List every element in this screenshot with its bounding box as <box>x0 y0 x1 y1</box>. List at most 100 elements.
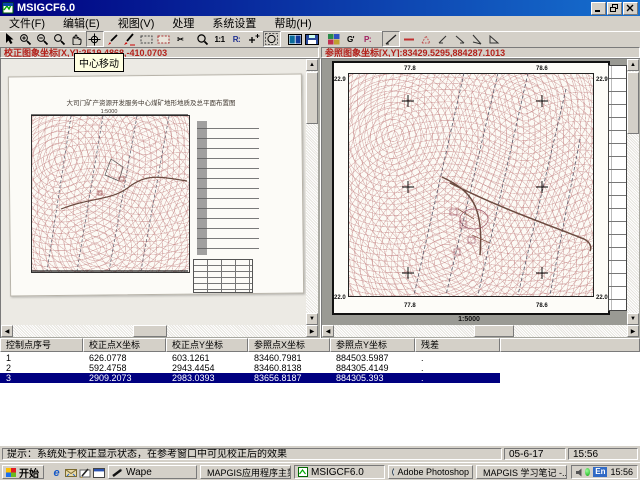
left-vscroll-thumb[interactable] <box>306 72 318 124</box>
restore-button[interactable] <box>607 2 622 15</box>
col-header-corr-y[interactable]: 校正点Y坐标 <box>166 338 248 352</box>
pen-document-icon[interactable] <box>78 466 91 479</box>
menu-help[interactable]: 帮助(H) <box>265 17 320 31</box>
zoom-window-icon[interactable] <box>52 32 68 46</box>
start-button[interactable]: 开始 <box>2 465 44 479</box>
cell-point-id: 3 <box>0 373 83 383</box>
menu-edit[interactable]: 编辑(E) <box>54 17 109 31</box>
close-button[interactable] <box>623 2 638 15</box>
taskbar-button-mapgis-menu[interactable]: MAPGIS应用程序主菜单 <box>200 465 291 479</box>
zoom-in-icon[interactable] <box>18 32 34 46</box>
taskbar-button-notes[interactable]: MAPGIS 学习笔记 -... <box>476 465 567 479</box>
photoshop-icon <box>392 467 394 477</box>
reference-map-panel[interactable]: 77.8 78.6 77.8 78.6 22.9 22.9 22.0 22.0 … <box>321 58 640 340</box>
pan-hand-icon[interactable] <box>69 32 85 46</box>
split-view-icon[interactable] <box>287 32 303 46</box>
diag-line-1-icon[interactable] <box>452 32 468 46</box>
left-map-scale: 1:5000 <box>101 109 118 115</box>
center-move-icon[interactable] <box>86 31 104 47</box>
status-bar: 提示：系统处于校正显示状态，在参考窗口中可见校正后的效果 05-6-17 15:… <box>0 446 640 462</box>
corner-line-icon[interactable] <box>435 32 451 46</box>
volume-icon[interactable] <box>576 468 582 477</box>
scroll-left-icon[interactable]: ◀ <box>322 325 334 337</box>
rect-select-filled-icon[interactable] <box>156 32 172 46</box>
menu-file[interactable]: 文件(F) <box>0 17 54 31</box>
cell-corr-y: 2943.4454 <box>166 363 248 373</box>
taskbar-button-label: Wape <box>126 467 152 478</box>
taskbar-button-msigcf[interactable]: MSIGCF6.0 <box>294 465 385 479</box>
table-row[interactable]: 2 592.4758 2943.4454 83460.8138 884305.4… <box>0 363 640 373</box>
edit-pen-alt-icon[interactable] <box>122 32 138 46</box>
rgb-icon[interactable]: R: <box>229 32 245 46</box>
left-horizontal-scrollbar[interactable]: ◀ ▶ <box>1 325 318 337</box>
col-header-point-id[interactable]: 控制点序号 <box>0 338 83 352</box>
left-vertical-scrollbar[interactable]: ▲ ▼ <box>306 59 318 325</box>
taskbar-button-wape[interactable]: Wape <box>108 465 197 479</box>
scroll-left-icon[interactable]: ◀ <box>1 325 13 337</box>
save-view-icon[interactable] <box>304 32 320 46</box>
menu-settings[interactable]: 系统设置 <box>203 17 265 31</box>
cell-ref-y: 884305.4149 <box>330 363 415 373</box>
input-language-indicator[interactable]: En <box>593 467 607 477</box>
right-horizontal-scrollbar[interactable]: ◀ ▶ <box>322 325 639 337</box>
circle-select-icon[interactable] <box>263 31 281 47</box>
one-to-one-icon[interactable]: 1:1 <box>212 32 228 46</box>
scissors-icon[interactable]: ✂ <box>173 32 189 46</box>
add-point-icon[interactable] <box>246 32 262 46</box>
tooltip: 中心移动 <box>74 53 124 72</box>
zoom-out-icon[interactable] <box>35 32 51 46</box>
line-correct-icon[interactable] <box>382 31 400 47</box>
corrected-map-panel[interactable]: 大司门矿产资源开发服务中心煤矿地形地质及总平面布置图 1:5000 ▲ ▼ <box>0 58 321 340</box>
diag-line-2-icon[interactable] <box>469 32 485 46</box>
show-desktop-icon[interactable] <box>92 466 105 479</box>
col-header-ref-x[interactable]: 参照点X坐标 <box>248 338 330 352</box>
ie-icon[interactable]: e <box>50 466 63 479</box>
left-hscroll-thumb[interactable] <box>133 325 167 337</box>
cell-ref-y: 884305.393 <box>330 373 415 383</box>
gprime-icon[interactable]: G' <box>343 32 359 46</box>
scroll-right-icon[interactable]: ▶ <box>627 325 639 337</box>
col-header-ref-y[interactable]: 参照点Y坐标 <box>330 338 415 352</box>
rect-select-icon[interactable] <box>139 32 155 46</box>
right-vertical-scrollbar[interactable]: ▲ ▼ <box>627 59 639 325</box>
scroll-down-icon[interactable]: ▼ <box>627 313 639 325</box>
taskbar-button-photoshop[interactable]: Adobe Photoshop <box>388 465 473 479</box>
right-vscroll-thumb[interactable] <box>627 72 639 134</box>
scroll-right-icon[interactable]: ▶ <box>306 325 318 337</box>
cell-corr-x: 626.0778 <box>83 353 166 363</box>
windows-flag-icon <box>6 468 16 477</box>
table-row-selected[interactable]: 3 2909.2073 2983.0393 83656.8187 884305.… <box>0 373 500 383</box>
title-bar[interactable]: MSIGCF6.0 <box>0 0 640 16</box>
right-hscroll-thumb[interactable] <box>474 325 514 337</box>
scroll-up-icon[interactable]: ▲ <box>627 59 639 71</box>
pointer-tool-icon[interactable] <box>1 32 17 46</box>
menu-process[interactable]: 处理 <box>163 17 203 31</box>
grid-label-bottom-left: 77.8 <box>404 303 416 309</box>
scroll-down-icon[interactable]: ▼ <box>306 313 318 325</box>
outlook-icon[interactable] <box>64 466 77 479</box>
diag-line-3-icon[interactable] <box>486 32 502 46</box>
reference-map-canvas[interactable]: 77.8 78.6 77.8 78.6 22.9 22.9 22.0 22.0 … <box>322 59 627 325</box>
cell-ref-y: 884503.5987 <box>330 353 415 363</box>
hline-red-icon[interactable] <box>401 32 417 46</box>
edit-pen-icon[interactable] <box>105 32 121 46</box>
minimize-button[interactable] <box>591 2 606 15</box>
grid-label-top-left: 77.8 <box>404 66 416 72</box>
grid-color-icon[interactable] <box>326 32 342 46</box>
application-window: MSIGCF6.0 文件(F) 编辑(E) 视图(V) 处理 系统设置 帮助(H… <box>0 0 640 480</box>
scroll-up-icon[interactable]: ▲ <box>306 59 318 71</box>
col-header-corr-x[interactable]: 校正点X坐标 <box>83 338 166 352</box>
tray-clock[interactable]: 15:56 <box>610 467 633 477</box>
cell-ref-x: 83656.8187 <box>248 373 330 383</box>
cell-corr-y: 603.1261 <box>166 353 248 363</box>
zoom-restore-icon[interactable] <box>195 32 211 46</box>
status-date: 05-6-17 <box>504 448 566 460</box>
menu-view[interactable]: 视图(V) <box>109 17 164 31</box>
status-ball-icon[interactable] <box>585 468 590 476</box>
corrected-map-canvas[interactable]: 大司门矿产资源开发服务中心煤矿地形地质及总平面布置图 1:5000 <box>1 59 306 325</box>
palette-icon[interactable]: P: <box>360 32 376 46</box>
cell-residual: . <box>415 353 500 363</box>
table-row[interactable]: 1 626.0778 603.1261 83460.7981 884503.59… <box>0 353 640 363</box>
poly-red-icon[interactable] <box>418 32 434 46</box>
col-header-residual[interactable]: 残差 <box>415 338 500 352</box>
